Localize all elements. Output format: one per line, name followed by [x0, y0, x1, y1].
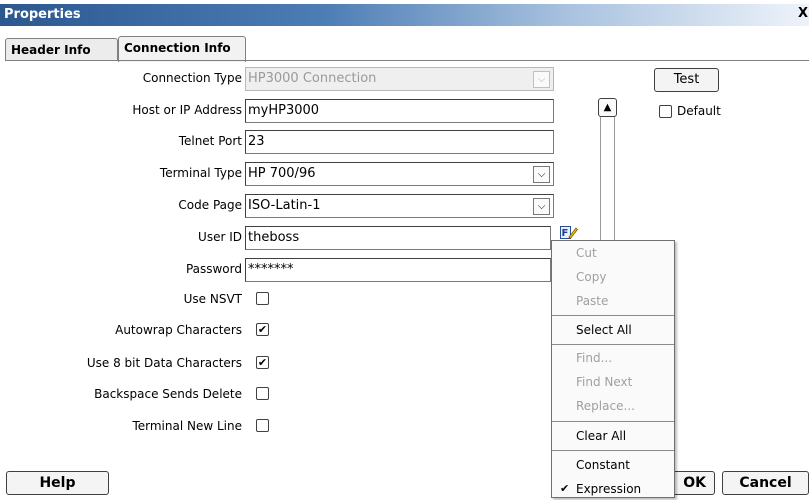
menu-item-expression[interactable]: ✔ Expression [552, 477, 674, 500]
telnet-port-input[interactable]: 23 [245, 130, 554, 154]
connection-type-value: HP3000 Connection [248, 71, 377, 86]
chevron-down-icon[interactable]: ⌵ [533, 198, 550, 215]
backspace-delete-checkbox[interactable] [256, 387, 269, 400]
menu-separator [552, 450, 674, 451]
menu-item-select-all[interactable]: Select All [552, 318, 674, 342]
use-nsvt-label: Use NSVT [183, 292, 242, 306]
code-page-select[interactable]: ISO-Latin-1 ⌵ [245, 194, 554, 218]
window-title: Properties [4, 7, 81, 22]
host-input[interactable]: myHP3000 [245, 99, 554, 123]
terminal-type-select[interactable]: HP 700/96 ⌵ [245, 162, 554, 186]
title-bar: Properties X [0, 0, 809, 32]
password-input[interactable]: ******* [245, 258, 551, 282]
use-nsvt-checkbox[interactable] [256, 292, 269, 305]
password-value: ******* [248, 262, 294, 277]
svg-text:F: F [562, 228, 569, 239]
close-button[interactable]: X [797, 7, 809, 21]
terminal-type-value: HP 700/96 [248, 166, 316, 181]
autowrap-checkbox[interactable]: ✔ [256, 323, 269, 336]
scroll-track[interactable] [600, 117, 615, 247]
backspace-delete-label: Backspace Sends Delete [94, 387, 242, 401]
menu-item-replace[interactable]: Replace... [552, 394, 674, 418]
menu-item-paste[interactable]: Paste [552, 289, 674, 313]
code-page-label: Code Page [178, 198, 242, 212]
terminal-newline-label: Terminal New Line [132, 419, 242, 433]
user-id-label: User ID [198, 230, 242, 244]
code-page-value: ISO-Latin-1 [248, 198, 321, 213]
menu-item-expression-label: Expression [576, 482, 642, 496]
menu-item-find[interactable]: Find... [552, 346, 674, 370]
user-id-value: theboss [248, 230, 300, 245]
checkmark-icon: ✔ [560, 482, 570, 495]
context-menu: Cut Copy Paste Select All Find... Find N… [551, 240, 675, 498]
autowrap-label: Autowrap Characters [115, 323, 242, 337]
host-label: Host or IP Address [132, 103, 242, 117]
menu-item-cut[interactable]: Cut [552, 241, 674, 265]
menu-separator [552, 315, 674, 316]
cancel-button[interactable]: Cancel [722, 471, 809, 495]
host-value: myHP3000 [248, 103, 320, 118]
edit-expression-icon[interactable]: F [560, 225, 578, 240]
telnet-port-value: 23 [248, 134, 265, 149]
tab-divider [5, 60, 809, 61]
chevron-down-icon[interactable]: ⌵ [533, 166, 550, 183]
chevron-down-icon: ⌵ [533, 71, 550, 88]
menu-item-clear-all[interactable]: Clear All [552, 424, 674, 448]
tab-connection-info[interactable]: Connection Info [118, 36, 246, 62]
use-8bit-label: Use 8 bit Data Characters [86, 356, 242, 370]
use-8bit-checkbox[interactable]: ✔ [256, 356, 269, 369]
menu-separator [552, 344, 674, 345]
user-id-input[interactable]: theboss [245, 226, 551, 250]
menu-item-constant[interactable]: Constant [552, 453, 674, 477]
terminal-newline-checkbox[interactable] [256, 419, 269, 432]
tab-header-info[interactable]: Header Info [5, 38, 118, 61]
chevron-up-icon[interactable]: ▲ [598, 98, 617, 117]
title-bar-background [0, 4, 809, 26]
menu-item-copy[interactable]: Copy [552, 265, 674, 289]
terminal-type-label: Terminal Type [159, 166, 242, 180]
test-button[interactable]: Test [654, 68, 719, 92]
default-checkbox[interactable] [659, 105, 672, 118]
default-label: Default [677, 104, 721, 118]
password-label: Password [185, 262, 242, 276]
connection-type-select: HP3000 Connection ⌵ [245, 67, 554, 91]
connection-type-label: Connection Type [142, 71, 242, 85]
telnet-port-label: Telnet Port [178, 134, 242, 148]
help-button[interactable]: Help [6, 471, 109, 495]
menu-separator [552, 421, 674, 422]
menu-item-find-next[interactable]: Find Next [552, 370, 674, 394]
